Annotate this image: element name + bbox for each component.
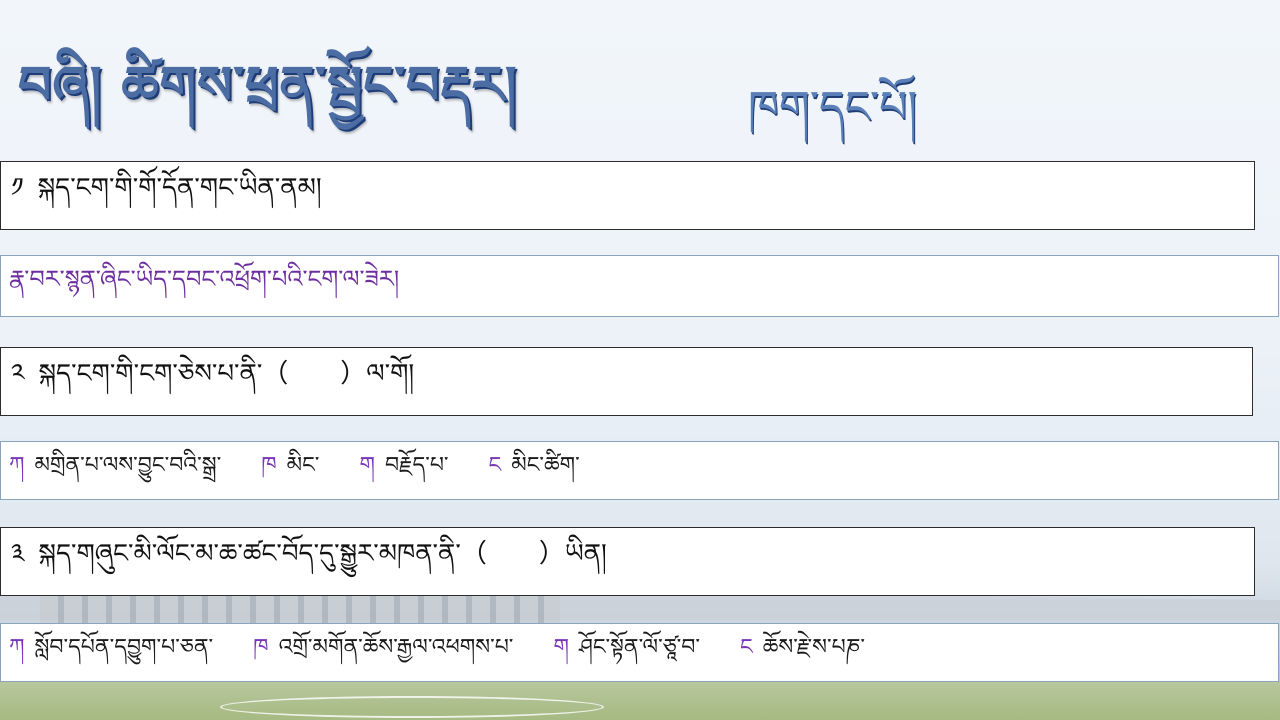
option-text: ཆོས་རྗེ་ས་པཎ་	[762, 634, 866, 660]
question-2-box: ༢ སྐད་ངག་གི་ངག་ཅེས་པ་ནི་（ ）ལ་གོ།	[0, 347, 1253, 416]
question-2-text: སྐད་ངག་གི་ངག་ཅེས་པ་ནི་（ ）ལ་གོ།	[38, 359, 415, 389]
option-text: མིང་	[286, 452, 320, 478]
lesson-title: བཞི། ཚིགས་ཕྲན་སྦྱོང་བརྡར།	[18, 56, 518, 116]
option-text: སློབ་དཔོན་དབྱུག་པ་ཅན་	[34, 634, 214, 660]
question-3-number: ༣	[11, 539, 25, 569]
option-text: བརྗོད་པ་	[384, 452, 449, 478]
q2-option-b[interactable]: ཁ མིང་	[261, 442, 320, 499]
q2-option-c[interactable]: ག བརྗོད་པ་	[359, 442, 449, 499]
option-text: མིང་ཚིག་	[511, 452, 580, 478]
option-text: མགྲིན་པ་ལས་བྱུང་བའི་སྒྲ་	[34, 452, 222, 478]
question-1-number: ༡	[11, 173, 24, 203]
option-text: ཤོང་སྟོན་ལོ་ཙཱ་བ་	[578, 634, 701, 660]
q3-option-d[interactable]: ང ཆོས་རྗེ་ས་པཎ་	[740, 624, 866, 681]
answer-note-text: རྣ་བར་སྙན་ཞིང་ཡིད་དབང་འཕྲོག་པའི་ངག་ལ་ཟེར…	[9, 264, 400, 293]
q3-option-a[interactable]: ཀ སློབ་དཔོན་དབྱུག་པ་ཅན་	[9, 624, 214, 681]
option-letter: ག	[359, 452, 375, 478]
option-letter: ཁ	[261, 452, 277, 478]
option-letter: ཁ	[253, 634, 269, 660]
question-3-options: ཀ སློབ་དཔོན་དབྱུག་པ་ཅན་ ཁ འགྲོ་མགོན་ཆོས་…	[0, 623, 1279, 682]
option-letter: ག	[553, 634, 569, 660]
question-2-options: ཀ མགྲིན་པ་ལས་བྱུང་བའི་སྒྲ་ ཁ མིང་ ག བརྗོ…	[0, 441, 1279, 500]
sports-field	[0, 680, 1280, 720]
q2-option-a[interactable]: ཀ མགྲིན་པ་ལས་བྱུང་བའི་སྒྲ་	[9, 442, 222, 499]
answer-note-box: རྣ་བར་སྙན་ཞིང་ཡིད་དབང་འཕྲོག་པའི་ངག་ལ་ཟེར…	[0, 255, 1279, 317]
option-letter: ང	[740, 634, 753, 660]
background-scenery	[0, 480, 1280, 720]
option-letter: ཀ	[9, 452, 25, 478]
question-2-number: ༢	[11, 359, 25, 389]
question-1-text: སྐད་ངག་གི་གོ་དོན་གང་ཡིན་ནམ།	[37, 173, 322, 203]
question-3-text: སྐད་གཞུང་མི་ལོང་མ་ཆ་ཚང་བོད་དུ་སྒྱུར་མཁན་…	[38, 539, 607, 569]
question-1-box: ༡ སྐད་ངག་གི་གོ་དོན་གང་ཡིན་ནམ།	[0, 161, 1255, 230]
option-letter: ཀ	[9, 634, 25, 660]
option-letter: ང	[488, 452, 502, 478]
q3-option-b[interactable]: ཁ འགྲོ་མགོན་ཆོས་རྒྱལ་འཕགས་པ་	[253, 624, 514, 681]
option-text: འགྲོ་མགོན་ཆོས་རྒྱལ་འཕགས་པ་	[278, 634, 514, 660]
track-marking	[220, 696, 604, 718]
question-3-box: ༣ སྐད་གཞུང་མི་ལོང་མ་ཆ་ཚང་བོད་དུ་སྒྱུར་མཁ…	[0, 527, 1255, 596]
q2-option-d[interactable]: ང མིང་ཚིག་	[488, 442, 580, 499]
q3-option-c[interactable]: ག ཤོང་སྟོན་ལོ་ཙཱ་བ་	[553, 624, 701, 681]
